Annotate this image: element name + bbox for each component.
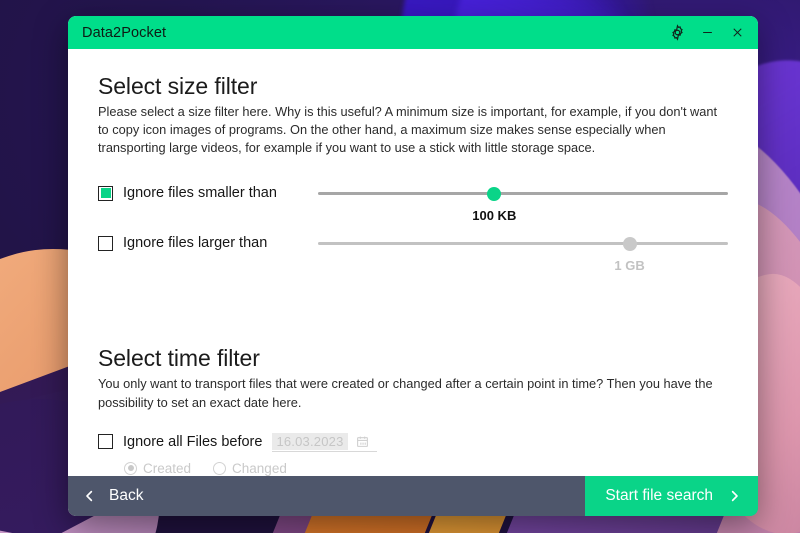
radio-created-label: Created [143, 460, 192, 476]
back-button[interactable]: Back [68, 476, 159, 516]
ignore-larger-checkbox[interactable] [98, 235, 113, 251]
back-label: Back [109, 487, 144, 504]
max-size-slider-thumb[interactable] [622, 236, 637, 251]
max-size-value: 1 GB [614, 258, 645, 274]
app-title: Data2Pocket [82, 24, 167, 41]
min-size-slider-thumb[interactable] [487, 186, 502, 201]
radio-created[interactable]: Created [124, 461, 191, 476]
time-filter-section: Select time filter You only want to tran… [98, 345, 728, 476]
radio-changed-label: Changed [232, 460, 287, 476]
start-file-search-label: Start file search [605, 487, 713, 504]
window-content: Select size filter Please select a size … [68, 49, 758, 476]
application-window: Data2Pocket Select size filter Please se… [68, 16, 758, 516]
min-size-slider-area: 100 KB [318, 183, 728, 223]
ignore-smaller-checkbox-row[interactable]: Ignore files smaller than [98, 183, 318, 201]
radio-changed[interactable]: Changed [213, 461, 287, 476]
radio-created-control[interactable] [124, 461, 137, 475]
minimize-icon[interactable] [692, 19, 722, 47]
chevron-right-icon [731, 490, 738, 502]
size-filter-row-min: Ignore files smaller than 100 KB [98, 183, 728, 233]
size-filter-title: Select size filter [98, 73, 258, 99]
settings-gear-icon[interactable] [662, 19, 692, 47]
ignore-before-label: Ignore all Files before [123, 433, 263, 450]
ignore-larger-checkbox-row[interactable]: Ignore files larger than [98, 233, 318, 251]
start-file-search-button[interactable]: Start file search [585, 476, 758, 516]
max-size-slider-track[interactable]: 1 GB [318, 236, 728, 273]
size-filter-row-max: Ignore files larger than 1 GB [98, 233, 728, 283]
calendar-icon[interactable] [356, 435, 369, 448]
size-filter-description: Please select a size filter here. Why is… [98, 104, 718, 156]
window-title-bar: Data2Pocket [68, 16, 758, 49]
ignore-before-row: Ignore all Files before 16.03.2023 [98, 432, 728, 452]
window-footer: Back Start file search [68, 476, 758, 516]
min-size-value: 100 KB [472, 208, 517, 224]
radio-changed-control[interactable] [213, 461, 227, 475]
date-field[interactable]: 16.03.2023 [272, 432, 377, 452]
size-filter-rows: Ignore files smaller than 100 KB Ignore … [98, 183, 728, 283]
ignore-before-checkbox[interactable] [98, 434, 113, 450]
time-filter-description: You only want to transport files that we… [98, 376, 713, 410]
ignore-larger-label: Ignore files larger than [123, 235, 268, 252]
ignore-smaller-label: Ignore files smaller than [123, 185, 277, 202]
date-input[interactable]: 16.03.2023 [272, 432, 348, 450]
time-filter-title: Select time filter [98, 345, 260, 372]
desktop-background: Data2Pocket Select size filter Please se… [0, 0, 800, 533]
min-size-slider-track[interactable]: 100 KB [318, 186, 728, 223]
ignore-smaller-checkbox[interactable] [98, 185, 113, 201]
chevron-left-icon [86, 490, 93, 502]
max-size-slider-area: 1 GB [318, 233, 728, 273]
date-mode-radio-group: Created Changed [124, 461, 728, 476]
close-icon[interactable] [722, 19, 752, 47]
